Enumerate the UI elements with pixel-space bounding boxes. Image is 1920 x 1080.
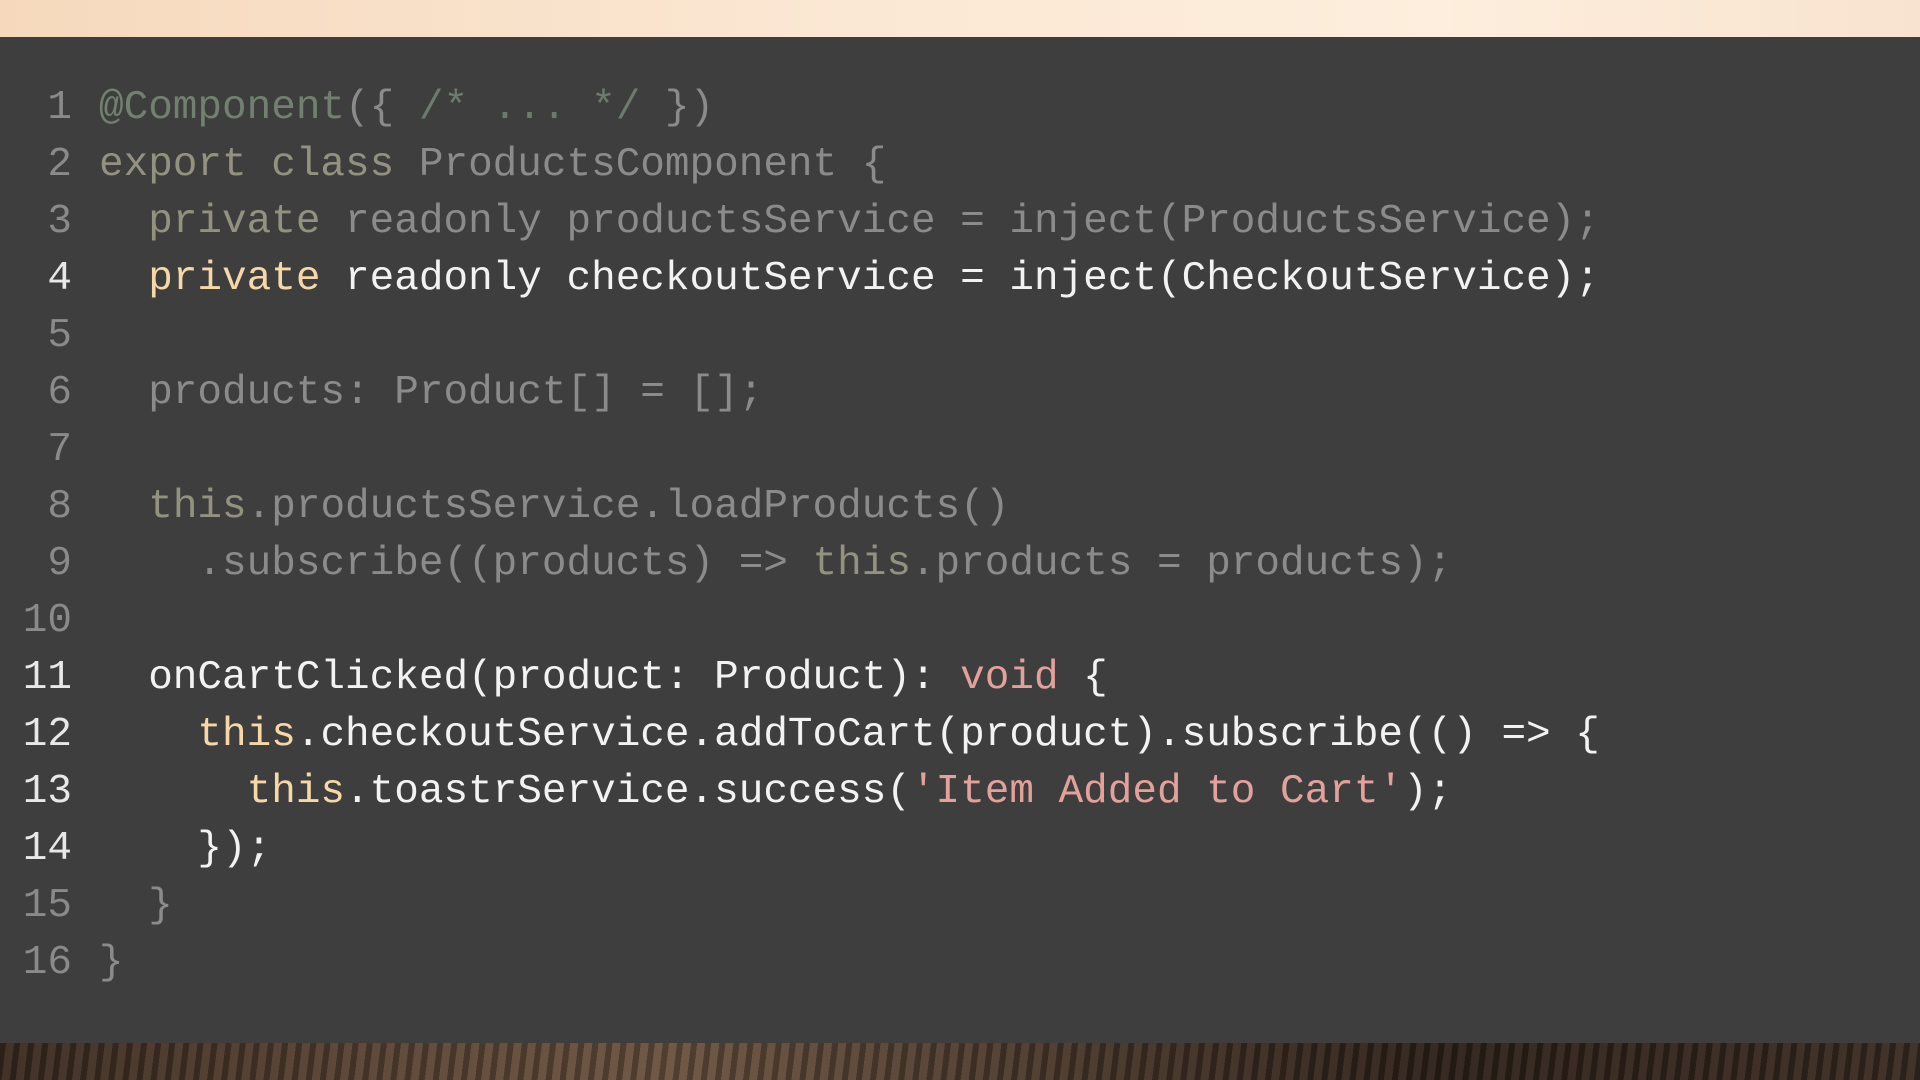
code-line: 14 }); (0, 821, 1600, 878)
line-number: 11 (22, 655, 72, 701)
line-number: 1 (47, 85, 72, 131)
code-line: 16} (0, 935, 1600, 992)
code-line: 3 private readonly productsService = inj… (0, 194, 1600, 251)
line-number: 10 (22, 598, 72, 644)
code-text: } (99, 935, 124, 992)
code-token: @Component (99, 85, 346, 131)
code-token: products: Product[] = []; (99, 370, 764, 416)
code-token: 'Item Added to Cart' (910, 769, 1404, 815)
code-token: readonly checkoutService = inject(Checko… (320, 256, 1600, 302)
code-line: 10 (0, 593, 1600, 650)
line-number: 3 (47, 199, 72, 245)
code-token: } (99, 940, 124, 986)
code-text: this.productsService.loadProducts() (99, 479, 1009, 536)
bottom-background-strip (0, 1043, 1920, 1080)
code-token: void (960, 655, 1059, 701)
code-token: /* ... */ (418, 85, 641, 131)
code-line: 6 products: Product[] = []; (0, 365, 1600, 422)
line-number: 6 (47, 370, 72, 416)
code-text: onCartClicked(product: Product): void { (99, 650, 1108, 707)
line-number: 14 (22, 826, 72, 872)
line-number: 9 (47, 541, 72, 587)
code-line: 13 this.toastrService.success('Item Adde… (0, 764, 1600, 821)
line-number: 15 (22, 883, 72, 929)
code-token: private (148, 256, 321, 302)
code-text: private readonly productsService = injec… (99, 194, 1600, 251)
code-token: this (812, 541, 911, 587)
code-token: .subscribe((products) => (99, 541, 813, 587)
code-token: ProductsComponent { (418, 142, 887, 188)
code-line: 4 private readonly checkoutService = inj… (0, 251, 1600, 308)
code-text: this.toastrService.success('Item Added t… (99, 764, 1453, 821)
code-line: 11 onCartClicked(product: Product): void… (0, 650, 1600, 707)
code-editor-panel: 1 @Component({ /* ... */ }) 2 export class … (0, 37, 1920, 1043)
line-number: 12 (22, 712, 72, 758)
code-token: ({ (345, 85, 419, 131)
code-token: this (148, 484, 247, 530)
code-token: private (148, 199, 321, 245)
line-number: 5 (47, 313, 72, 359)
code-text: } (99, 878, 173, 935)
code-line: 9 .subscribe((products) => this.products… (0, 536, 1600, 593)
code-text: products: Product[] = []; (99, 365, 763, 422)
line-number: 7 (47, 427, 72, 473)
top-background-strip (0, 0, 1920, 37)
code-block: 1 @Component({ /* ... */ }) 2 export class … (0, 80, 1600, 992)
code-token: this (197, 712, 296, 758)
code-token: .productsService.loadProducts() (246, 484, 1010, 530)
code-token: .toastrService.success( (345, 769, 911, 815)
code-line: 2 export class ProductsComponent { (0, 137, 1600, 194)
line-number: 8 (47, 484, 72, 530)
code-token: onCartClicked(product: Product): (99, 655, 961, 701)
code-token: this (246, 769, 346, 815)
code-token: readonly productsService = inject(Produc… (320, 199, 1600, 245)
code-token: ); (1403, 769, 1453, 815)
code-token: .products = products); (910, 541, 1453, 587)
code-token: }) (640, 85, 715, 131)
code-line: 8 this.productsService.loadProducts() (0, 479, 1600, 536)
line-number: 13 (22, 769, 72, 815)
line-number: 2 (47, 142, 72, 188)
code-token: { (1058, 655, 1108, 701)
code-token: .checkoutService.addToCart(product).subs… (295, 712, 1600, 758)
code-text: private readonly checkoutService = injec… (99, 251, 1600, 308)
code-token: }); (99, 826, 272, 872)
code-text: @Component({ /* ... */ }) (99, 80, 714, 137)
code-line: 5 (0, 308, 1600, 365)
code-text: export class ProductsComponent { (99, 137, 886, 194)
code-text: this.checkoutService.addToCart(product).… (99, 707, 1600, 764)
code-line: 1 @Component({ /* ... */ }) (0, 80, 1600, 137)
code-token: export class (99, 142, 419, 188)
code-text: }); (99, 821, 271, 878)
code-text: .subscribe((products) => this.products =… (99, 536, 1452, 593)
code-line: 15 } (0, 878, 1600, 935)
code-line: 12 this.checkoutService.addToCart(produc… (0, 707, 1600, 764)
line-number: 16 (22, 940, 72, 986)
code-line: 7 (0, 422, 1600, 479)
line-number: 4 (47, 256, 72, 302)
code-token: } (99, 883, 173, 929)
